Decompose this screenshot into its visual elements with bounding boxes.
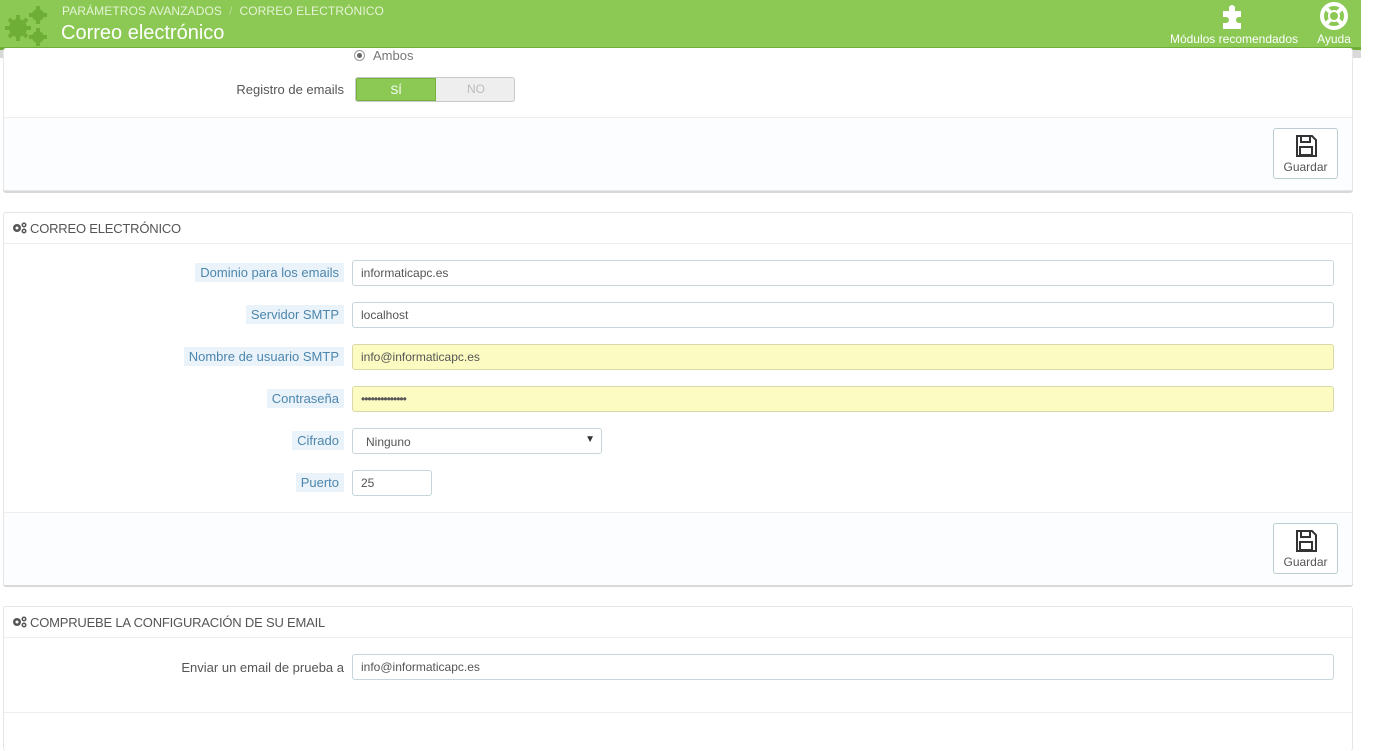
radio-dot[interactable]: [354, 50, 365, 61]
email-log-label-wrap: Registro de emails: [4, 82, 344, 97]
save-button[interactable]: Guardar: [1273, 523, 1338, 574]
smtp-server-label-wrap: Servidor SMTP: [4, 305, 344, 324]
breadcrumb-item-email[interactable]: CORREO ELECTRÓNICO: [239, 4, 383, 18]
smtp-server-label: Servidor SMTP: [245, 305, 344, 324]
save-button[interactable]: Guardar: [1273, 128, 1338, 179]
email-log-switch[interactable]: SÍ NO: [355, 77, 515, 102]
top-header: PARÁMETROS AVANZADOS / CORREO ELECTRÓNICO …: [0, 0, 1361, 50]
divider: [4, 712, 1352, 713]
test-email-label: Enviar un email de prueba a: [181, 660, 344, 675]
floppy-disk-icon: [1295, 530, 1317, 552]
puzzle-icon: [1223, 5, 1241, 29]
panel-footer: Guardar: [4, 512, 1352, 585]
port-label: Puerto: [295, 473, 344, 492]
smtp-user-label: Nombre de usuario SMTP: [183, 347, 344, 366]
radio-ambos[interactable]: Ambos: [354, 48, 413, 63]
chevron-down-icon: ▼: [585, 434, 595, 445]
switch-no[interactable]: NO: [436, 78, 514, 101]
save-label: Guardar: [1283, 555, 1328, 569]
encryption-label-wrap: Cifrado: [4, 431, 344, 450]
smtp-user-input[interactable]: info@informaticapc.es: [352, 344, 1334, 370]
email-settings-panel: Ambos Registro de emails SÍ NO Guardar: [3, 48, 1353, 191]
test-email-input[interactable]: info@informaticapc.es: [352, 654, 1334, 680]
domain-label-wrap: Dominio para los emails: [4, 263, 344, 282]
save-label: Guardar: [1283, 160, 1328, 174]
panel-heading-text: CORREO ELECTRÓNICO: [30, 221, 181, 236]
breadcrumb-separator: /: [229, 4, 233, 18]
gears-logo-icon: [5, 6, 47, 46]
help-label: Ayuda: [1317, 32, 1351, 46]
smtp-user-label-wrap: Nombre de usuario SMTP: [4, 347, 344, 366]
lifebuoy-icon: [1320, 2, 1348, 30]
port-input[interactable]: 25: [352, 470, 432, 496]
floppy-disk-icon: [1295, 135, 1317, 157]
password-label-wrap: Contraseña: [4, 389, 344, 408]
encryption-select[interactable]: Ninguno ▼: [352, 428, 602, 454]
test-email-panel: COMPRUEBE LA CONFIGURACIÓN DE SU EMAIL E…: [3, 606, 1353, 751]
help-button[interactable]: Ayuda: [1311, 2, 1357, 46]
password-label: Contraseña: [266, 389, 344, 408]
port-label-wrap: Puerto: [4, 473, 344, 492]
password-input[interactable]: ••••••••••••••: [352, 386, 1334, 412]
recommended-modules-label: Módulos recomendados: [1169, 32, 1299, 46]
smtp-settings-panel: CORREO ELECTRÓNICO Dominio para los emai…: [3, 212, 1353, 585]
recommended-modules-button[interactable]: Módulos recomendados: [1164, 2, 1304, 46]
page-title: Correo electrónico: [61, 22, 225, 44]
panel-heading-text: COMPRUEBE LA CONFIGURACIÓN DE SU EMAIL: [30, 615, 326, 630]
panel-heading: COMPRUEBE LA CONFIGURACIÓN DE SU EMAIL: [4, 607, 1352, 638]
breadcrumb-item-advanced-params[interactable]: PARÁMETROS AVANZADOS: [62, 4, 222, 18]
test-email-label-wrap: Enviar un email de prueba a: [4, 660, 344, 675]
gears-icon: [13, 616, 27, 628]
panel-footer: Guardar: [4, 117, 1352, 190]
panel-heading: CORREO ELECTRÓNICO: [4, 213, 1352, 244]
encryption-selected: Ninguno: [366, 435, 411, 449]
radio-ambos-label: Ambos: [373, 48, 414, 63]
smtp-server-input[interactable]: localhost: [352, 302, 1334, 328]
breadcrumb: PARÁMETROS AVANZADOS / CORREO ELECTRÓNICO: [62, 4, 384, 18]
domain-label: Dominio para los emails: [195, 263, 344, 282]
switch-yes[interactable]: SÍ: [356, 78, 436, 101]
domain-input[interactable]: informaticapc.es: [352, 260, 1334, 286]
encryption-label: Cifrado: [292, 431, 344, 450]
gears-icon: [13, 222, 27, 234]
email-log-label: Registro de emails: [236, 82, 344, 97]
